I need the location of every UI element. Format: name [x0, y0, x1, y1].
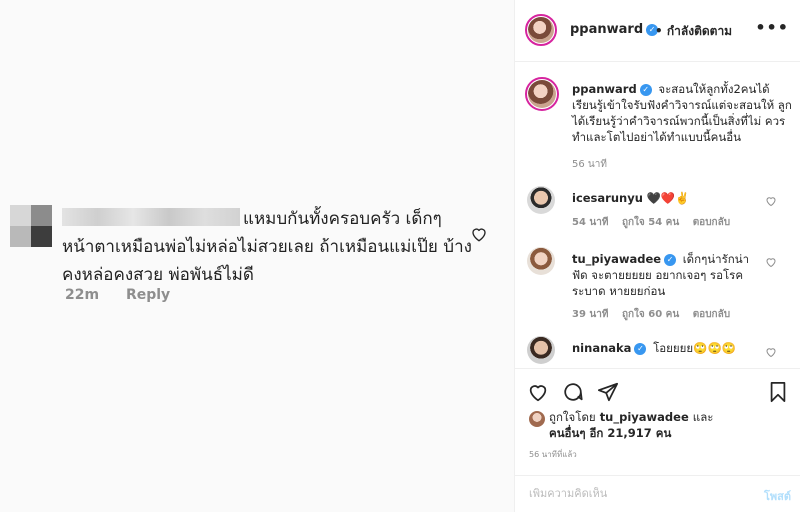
post-timestamp: 56 นาทีที่แล้ว	[529, 450, 577, 459]
add-comment-bar: โพสต์	[515, 475, 800, 512]
post-header: ppanward ✓ • กำลังติดตาม •••	[515, 0, 800, 62]
verified-badge-icon: ✓	[639, 84, 652, 96]
avatar[interactable]	[525, 14, 557, 46]
following-button[interactable]: • กำลังติดตาม	[655, 22, 732, 41]
likes-others[interactable]: คนอื่นๆ อีก 21,917 คน	[549, 426, 671, 440]
caption-time: 56 นาที	[572, 159, 607, 170]
heart-icon[interactable]	[470, 225, 488, 243]
comment-username[interactable]: icesarunyu	[572, 191, 643, 205]
blurred-username	[62, 208, 240, 226]
avatar	[529, 411, 545, 427]
comment-username[interactable]: ninanaka	[572, 341, 631, 355]
comment-time: 22m	[65, 287, 100, 303]
caption-username[interactable]: ppanward	[572, 82, 637, 96]
verified-badge-icon: ✓	[634, 343, 647, 355]
avatar[interactable]	[527, 336, 555, 364]
heart-icon[interactable]	[765, 346, 777, 358]
reply-link[interactable]: Reply	[126, 287, 170, 303]
comment-likes[interactable]: ถูกใจ 54 คน	[622, 217, 679, 228]
liked-by-label: ถูกใจโดย	[549, 410, 596, 424]
post-button[interactable]: โพสต์	[764, 487, 791, 505]
reply-link[interactable]: ตอบกลับ	[693, 309, 730, 320]
avatar[interactable]	[527, 247, 555, 275]
verified-badge-icon: ✓	[664, 254, 677, 266]
post-image-area: แหมบกันทั้งครอบครัว เด็กๆ หน้าตาเหมือนพ่…	[0, 0, 514, 512]
post-sidebar: ppanward ✓ • กำลังติดตาม ••• ppanward ✓ จะ…	[514, 0, 800, 512]
post-actions: ถูกใจโดย tu_piyawadee และ คนอื่นๆ อีก 21…	[515, 368, 800, 512]
bookmark-icon[interactable]	[767, 381, 789, 403]
comment-username[interactable]: tu_piyawadee	[572, 252, 661, 266]
comment-text: โอยยยย🙄🙄🙄	[653, 341, 737, 355]
liked-by-user[interactable]: tu_piyawadee	[600, 410, 689, 424]
more-options-icon[interactable]: •••	[755, 18, 789, 37]
heart-icon[interactable]	[765, 256, 777, 268]
and-label: และ	[692, 410, 714, 424]
add-comment-input[interactable]	[529, 487, 729, 500]
like-heart-icon[interactable]	[527, 381, 549, 403]
heart-icon[interactable]	[765, 195, 777, 207]
comment-time: 54 นาที	[572, 217, 609, 228]
share-paper-plane-icon[interactable]	[597, 381, 619, 403]
reply-link[interactable]: ตอบกลับ	[693, 217, 730, 228]
comment-time: 39 นาที	[572, 309, 609, 320]
avatar[interactable]	[525, 77, 559, 111]
header-username[interactable]: ppanward	[570, 22, 643, 37]
avatar[interactable]	[527, 186, 555, 214]
comment-text: 🖤❤️✌️	[646, 191, 690, 205]
blurred-avatar	[10, 205, 52, 247]
comment-bubble-icon[interactable]	[562, 381, 584, 403]
comment-likes[interactable]: ถูกใจ 60 คน	[622, 309, 679, 320]
